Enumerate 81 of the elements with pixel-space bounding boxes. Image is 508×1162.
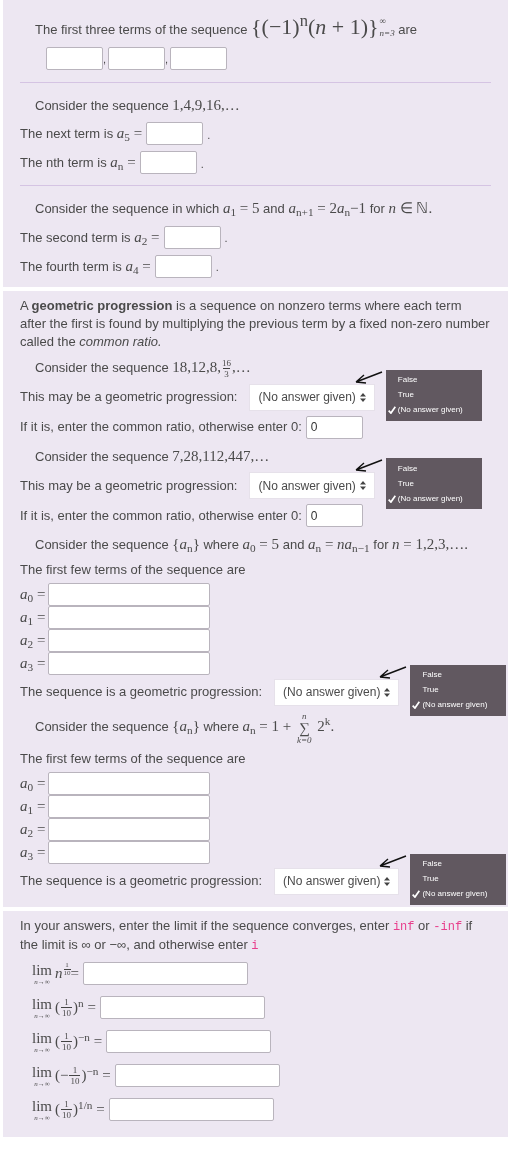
answer-field[interactable] bbox=[108, 46, 166, 70]
answer-select[interactable]: (No answer given) bbox=[274, 867, 400, 895]
menu-option[interactable]: (No answer given) bbox=[385, 491, 482, 507]
menu-option[interactable]: False bbox=[385, 461, 482, 477]
answer-field[interactable] bbox=[170, 46, 228, 70]
term-label: a$_{2}$ = bbox=[20, 819, 45, 841]
check-icon bbox=[387, 406, 396, 415]
question-text: Consider the sequence {a$_{n}$} where a$_{0}$ = 5 and a$_{n}$ = na$_{n−1}$ for n = 1,2,3,…. bbox=[35, 535, 469, 556]
answer-field[interactable] bbox=[48, 605, 210, 629]
check-icon bbox=[412, 890, 421, 899]
question-label: The sequence is a geometric progression: bbox=[20, 683, 263, 702]
answer-field[interactable] bbox=[83, 962, 248, 986]
question-label: The next term is a$_{5}$ = bbox=[20, 124, 143, 145]
term-label: a$_{0}$ = bbox=[20, 773, 45, 795]
check-icon bbox=[412, 701, 421, 710]
term-label: a$_{1}$ = bbox=[20, 607, 45, 629]
menu-option[interactable]: True bbox=[385, 387, 482, 403]
term-label: a$_{3}$ = bbox=[20, 653, 45, 675]
answer-field[interactable] bbox=[146, 122, 204, 145]
menu-option[interactable]: (No answer given) bbox=[410, 886, 507, 902]
question-text: Consider the sequence 1,4,9,16,… bbox=[35, 95, 240, 115]
answer-field[interactable] bbox=[154, 254, 212, 278]
menu-option[interactable]: True bbox=[385, 476, 482, 492]
question-text: Consider the sequence in which a$_{1}$ = 5 and a$_{n+1}$ = 2a$_{n}$−1 for n ∈ ℕ. bbox=[35, 199, 433, 220]
menu-option[interactable]: False bbox=[410, 667, 507, 683]
punctuation: , bbox=[165, 52, 169, 67]
punctuation: , bbox=[103, 52, 107, 67]
paragraph-text: The first few terms of the sequence are bbox=[20, 560, 247, 579]
punctuation: . bbox=[224, 231, 228, 246]
up-down-icon bbox=[384, 687, 391, 697]
up-down-icon bbox=[359, 481, 366, 491]
up-down-icon bbox=[359, 392, 366, 402]
answer-field[interactable] bbox=[48, 794, 210, 818]
answer-select[interactable]: (No answer given) bbox=[249, 383, 375, 411]
question-label: The second term is a$_{2}$ = bbox=[20, 227, 160, 249]
check-icon bbox=[387, 494, 396, 503]
term-label: a$_{2}$ = bbox=[20, 630, 45, 652]
answer-field[interactable] bbox=[163, 225, 221, 249]
pointer-arrow bbox=[377, 665, 408, 679]
answer-field[interactable] bbox=[114, 1064, 280, 1088]
pointer-arrow bbox=[377, 854, 408, 868]
question-label: This may be a geometric progression: bbox=[20, 476, 238, 495]
answer-field[interactable] bbox=[48, 771, 210, 795]
paragraph-text: A geometric progression is a sequence on nonzero terms where each term after the first is found by multiplying the previous term by a fixed non-zero number called the common ratio. bbox=[20, 296, 491, 351]
answer-field[interactable] bbox=[48, 628, 210, 652]
question-label: The fourth term is a$_{4}$ = bbox=[20, 256, 151, 278]
answer-field[interactable] bbox=[48, 651, 210, 675]
answer-select[interactable]: (No answer given) bbox=[249, 472, 375, 500]
punctuation: . bbox=[207, 127, 211, 143]
up-down-icon bbox=[384, 876, 391, 886]
answer-field[interactable] bbox=[139, 151, 197, 174]
paragraph-text: The first few terms of the sequence are bbox=[20, 749, 247, 768]
answer-field[interactable] bbox=[48, 817, 210, 841]
punctuation: . bbox=[215, 260, 219, 275]
term-label: a$_{1}$ = bbox=[20, 796, 45, 818]
answer-field[interactable]: 0 bbox=[305, 415, 363, 439]
menu-option[interactable]: True bbox=[410, 871, 507, 887]
menu-option[interactable]: False bbox=[410, 856, 507, 872]
answer-field[interactable] bbox=[106, 1030, 272, 1054]
menu-option[interactable]: (No answer given) bbox=[410, 697, 507, 713]
answer-select[interactable]: (No answer given) bbox=[274, 678, 400, 706]
paragraph-text: In your answers, enter the limit if the sequence converges, enter inf or -inf if the limit is ∞ or −∞, and otherwise enter i bbox=[20, 916, 474, 955]
question-text: Consider the sequence {a$_{n}$} where a$_{n}$ = 1 + n ∑ k=0 2$^{k}$. bbox=[35, 710, 335, 745]
menu-option[interactable]: False bbox=[385, 372, 482, 388]
question-text: Consider the sequence 7,28,112,447,… bbox=[35, 446, 270, 466]
answer-field[interactable] bbox=[108, 1098, 274, 1122]
answer-field[interactable] bbox=[48, 582, 210, 606]
question-label: The sequence is a geometric progression: bbox=[20, 872, 263, 891]
question-label: The nth term is a$_{n}$ = bbox=[20, 153, 136, 174]
question-label: If it is, enter the common ratio, otherwise enter 0: bbox=[20, 418, 302, 437]
menu-option[interactable]: (No answer given) bbox=[385, 402, 482, 418]
answer-field[interactable] bbox=[46, 46, 103, 70]
question-label: If it is, enter the common ratio, otherwise enter 0: bbox=[20, 506, 302, 525]
question-label: This may be a geometric progression: bbox=[20, 388, 238, 407]
answer-field[interactable]: 0 bbox=[305, 504, 363, 528]
term-label: a$_{3}$ = bbox=[20, 842, 45, 864]
term-label: a$_{0}$ = bbox=[20, 584, 45, 606]
answer-field[interactable] bbox=[99, 996, 265, 1020]
answer-field[interactable] bbox=[48, 840, 210, 864]
menu-option[interactable]: True bbox=[410, 682, 507, 698]
punctuation: . bbox=[200, 156, 204, 172]
